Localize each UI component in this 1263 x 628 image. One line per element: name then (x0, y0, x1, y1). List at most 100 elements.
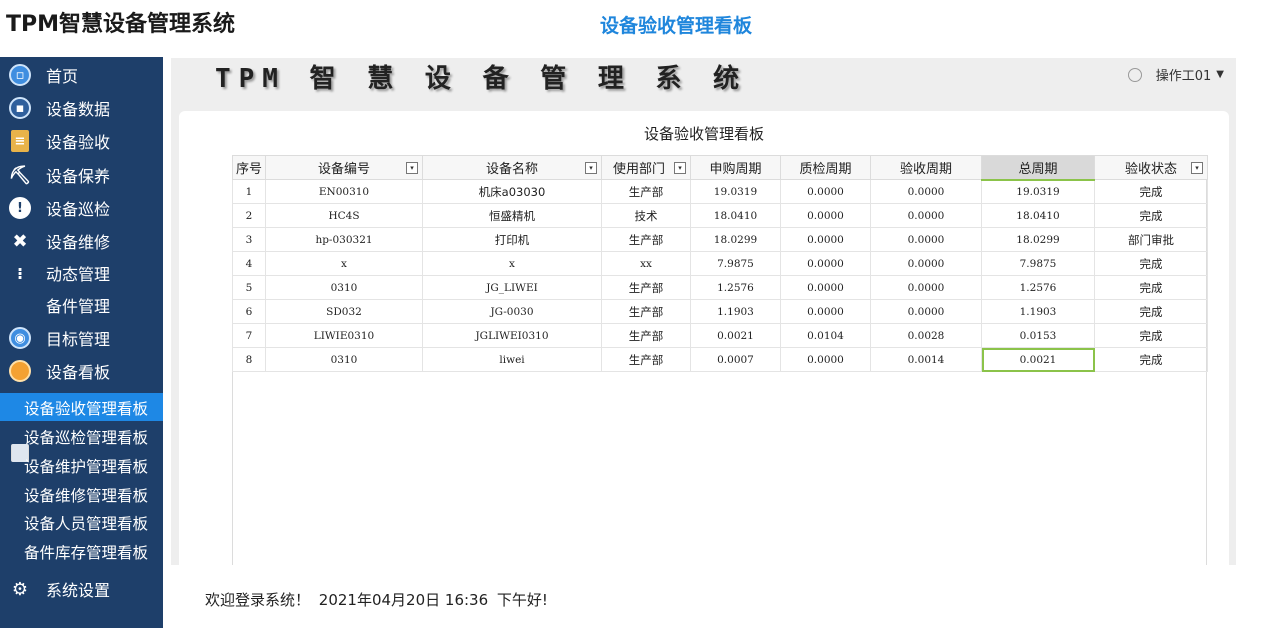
sidebar-item-device-maintenance[interactable]: ⛏ 设备保养 (0, 159, 163, 191)
table-row[interactable]: 8 0310 liwei 生产部 0.0007 0.0000 0.0014 0.… (232, 347, 1208, 372)
table-cell[interactable]: 生产部 (601, 299, 691, 324)
table-row[interactable]: 7 LIWIE0310 JGLIWEI0310 生产部 0.0021 0.010… (232, 323, 1208, 348)
table-cell[interactable]: 0.0000 (780, 347, 871, 372)
table-cell[interactable]: 0.0000 (780, 251, 871, 276)
table-cell[interactable]: 技术 (601, 203, 691, 228)
table-cell[interactable]: 6 (232, 299, 266, 324)
table-cell[interactable]: 0.0153 (981, 323, 1095, 348)
table-cell[interactable]: LIWIE0310 (265, 323, 423, 348)
table-cell[interactable]: 0.0007 (690, 347, 781, 372)
table-cell[interactable]: 1.1903 (981, 299, 1095, 324)
sidebar-item-system-settings[interactable]: ⚙ 系统设置 (0, 573, 163, 605)
sidebar-subitem-inspection-dashboard[interactable]: 设备巡检管理看板 (0, 422, 163, 450)
table-cell[interactable]: x (265, 251, 423, 276)
table-cell[interactable]: 0.0000 (870, 299, 982, 324)
table-cell[interactable]: xx (601, 251, 691, 276)
table-cell[interactable]: 生产部 (601, 179, 691, 204)
sidebar-item-device-data[interactable]: ▪ 设备数据 (0, 92, 163, 124)
column-header[interactable]: 设备名称 ▾ (422, 155, 602, 180)
column-header[interactable]: 序号 (232, 155, 266, 180)
table-cell[interactable]: 生产部 (601, 275, 691, 300)
table-cell[interactable]: 0.0000 (780, 299, 871, 324)
column-header[interactable]: 质检周期 (780, 155, 871, 180)
column-header[interactable]: 使用部门 ▾ (601, 155, 691, 180)
sidebar-item-device-repair[interactable]: ✖ 设备维修 (0, 225, 163, 257)
table-row[interactable]: 3 hp-030321 打印机 生产部 18.0299 0.0000 0.000… (232, 227, 1208, 252)
table-cell[interactable]: 0310 (265, 275, 423, 300)
table-cell[interactable]: 7.9875 (981, 251, 1095, 276)
table-cell[interactable]: JGLIWEI0310 (422, 323, 602, 348)
table-cell[interactable]: SD032 (265, 299, 423, 324)
table-row[interactable]: 2 HC4S 恒盛精机 技术 18.0410 0.0000 0.0000 18.… (232, 203, 1208, 228)
sidebar-subitem-personnel-dashboard[interactable]: 设备人员管理看板 (0, 508, 163, 536)
sidebar-item-target-management[interactable]: ◉ 目标管理 (0, 322, 163, 354)
table-cell[interactable]: 生产部 (601, 347, 691, 372)
table-cell[interactable]: 0.0000 (780, 275, 871, 300)
table-cell[interactable]: 0.0000 (780, 227, 871, 252)
table-cell[interactable]: 完成 (1094, 323, 1208, 348)
table-cell[interactable]: 打印机 (422, 227, 602, 252)
table-row[interactable]: 1 EN00310 机床a03030 生产部 19.0319 0.0000 0.… (232, 179, 1208, 204)
table-cell[interactable]: hp-030321 (265, 227, 423, 252)
column-header[interactable]: 验收状态 ▾ (1094, 155, 1208, 180)
column-header[interactable]: 申购周期 (690, 155, 781, 180)
table-cell[interactable]: 19.0319 (981, 179, 1095, 204)
table-cell[interactable]: 7.9875 (690, 251, 781, 276)
table-cell[interactable]: 0.0000 (780, 203, 871, 228)
table-cell[interactable]: 生产部 (601, 227, 691, 252)
table-cell[interactable]: 1.2576 (690, 275, 781, 300)
table-cell[interactable]: 机床a03030 (422, 179, 602, 204)
table-cell[interactable]: 完成 (1094, 299, 1208, 324)
table-cell[interactable]: 0.0000 (870, 203, 982, 228)
sidebar-item-device-dashboard[interactable]: 设备看板 (0, 355, 163, 387)
sidebar-item-home[interactable]: ▫ 首页 (0, 59, 163, 91)
table-cell[interactable]: 7 (232, 323, 266, 348)
sidebar-subitem-maintenance-dashboard[interactable]: 设备维护管理看板 (0, 451, 163, 479)
table-cell[interactable]: 0.0000 (870, 227, 982, 252)
table-cell[interactable]: 18.0410 (981, 203, 1095, 228)
table-cell[interactable]: 19.0319 (690, 179, 781, 204)
table-cell[interactable]: 完成 (1094, 179, 1208, 204)
table-cell[interactable]: 1.2576 (981, 275, 1095, 300)
table-cell[interactable]: 完成 (1094, 347, 1208, 372)
sidebar-subitem-acceptance-dashboard[interactable]: 设备验收管理看板 (0, 393, 163, 421)
table-cell[interactable]: 完成 (1094, 251, 1208, 276)
column-header[interactable]: 验收周期 (870, 155, 982, 180)
table-cell[interactable]: 恒盛精机 (422, 203, 602, 228)
table-row[interactable]: 5 0310 JG_LIWEI 生产部 1.2576 0.0000 0.0000… (232, 275, 1208, 300)
filter-dropdown-icon[interactable]: ▾ (1191, 162, 1203, 174)
sidebar-item-device-inspection[interactable]: ! 设备巡检 (0, 192, 163, 224)
table-cell[interactable]: 0.0000 (780, 179, 871, 204)
table-cell[interactable]: 0.0021 (690, 323, 781, 348)
user-menu[interactable]: 操作工01 ▼ (1127, 65, 1224, 84)
table-cell-selected[interactable]: 0.0021 (981, 347, 1095, 372)
table-cell[interactable]: 生产部 (601, 323, 691, 348)
table-cell[interactable]: EN00310 (265, 179, 423, 204)
table-cell[interactable]: 2 (232, 203, 266, 228)
table-row[interactable]: 6 SD032 JG-0030 生产部 1.1903 0.0000 0.0000… (232, 299, 1208, 324)
filter-dropdown-icon[interactable]: ▾ (585, 162, 597, 174)
table-cell[interactable]: 3 (232, 227, 266, 252)
table-cell[interactable]: JG_LIWEI (422, 275, 602, 300)
sidebar-item-parts-management[interactable]: 备件管理 (0, 289, 163, 462)
table-row[interactable]: 4 x x xx 7.9875 0.0000 0.0000 7.9875 完成 (232, 251, 1208, 276)
table-cell[interactable]: 5 (232, 275, 266, 300)
table-cell[interactable]: 0310 (265, 347, 423, 372)
sidebar-item-device-acceptance[interactable]: ≡ 设备验收 (0, 125, 163, 157)
table-cell[interactable]: 0.0000 (870, 251, 982, 276)
table-cell[interactable]: 0.0014 (870, 347, 982, 372)
table-cell[interactable]: 18.0299 (981, 227, 1095, 252)
column-header[interactable]: 总周期 (981, 155, 1095, 181)
table-cell[interactable]: x (422, 251, 602, 276)
table-cell[interactable]: 0.0104 (780, 323, 871, 348)
table-cell[interactable]: 4 (232, 251, 266, 276)
table-cell[interactable]: 0.0028 (870, 323, 982, 348)
sidebar-subitem-parts-stock-dashboard[interactable]: 备件库存管理看板 (0, 537, 163, 565)
sidebar-subitem-repair-dashboard[interactable]: 设备维修管理看板 (0, 480, 163, 508)
table-cell[interactable]: 1 (232, 179, 266, 204)
table-cell[interactable]: 0.0000 (870, 275, 982, 300)
table-cell[interactable]: 18.0410 (690, 203, 781, 228)
table-cell[interactable]: 8 (232, 347, 266, 372)
filter-dropdown-icon[interactable]: ▾ (674, 162, 686, 174)
table-cell[interactable]: liwei (422, 347, 602, 372)
